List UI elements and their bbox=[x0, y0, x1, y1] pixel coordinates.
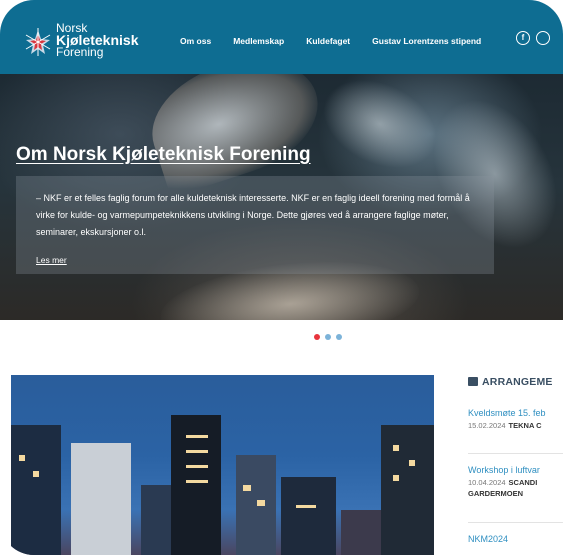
nav-medlemskap[interactable]: Medlemskap bbox=[233, 36, 284, 46]
nav-om-oss[interactable]: Om oss bbox=[180, 36, 211, 46]
event-separator bbox=[468, 453, 563, 454]
page: Norsk Kjøleteknisk Forening Om oss Medle… bbox=[0, 0, 563, 555]
event-location: SCANDI bbox=[508, 478, 538, 487]
frost-leaf-decoration bbox=[308, 74, 452, 186]
event-item-3[interactable]: NKM2024 bbox=[468, 534, 508, 544]
event-name[interactable]: Kveldsmøte 15. feb bbox=[468, 408, 546, 418]
carousel-dots bbox=[314, 334, 342, 340]
carousel-dot-3[interactable] bbox=[336, 334, 342, 340]
carousel-dot-1[interactable] bbox=[314, 334, 320, 340]
calendar-icon bbox=[468, 377, 478, 386]
event-location: TEKNA C bbox=[508, 421, 542, 430]
main-nav: Om oss Medlemskap Kuldefaget Gustav Lore… bbox=[180, 36, 503, 46]
events-title: ARRANGEME bbox=[468, 376, 563, 388]
event-meta: 10.04.2024 SCANDI bbox=[468, 478, 540, 487]
event-date: 15.02.2024 bbox=[468, 421, 506, 430]
carousel-dot-2[interactable] bbox=[325, 334, 331, 340]
event-separator bbox=[468, 522, 563, 523]
event-name[interactable]: Workshop i luftvar bbox=[468, 465, 540, 475]
event-meta: 15.02.2024 TEKNA C bbox=[468, 421, 546, 430]
event-name[interactable]: NKM2024 bbox=[468, 534, 508, 544]
hero-text-box: – NKF er et felles faglig forum for alle… bbox=[16, 176, 494, 274]
events-panel: ARRANGEME Kveldsmøte 15. feb 15.02.2024 T… bbox=[468, 376, 563, 544]
hero-description: – NKF er et felles faglig forum for alle… bbox=[36, 193, 470, 237]
city-skyline-image bbox=[11, 375, 434, 555]
hero-title[interactable]: Om Norsk Kjøleteknisk Forening bbox=[16, 144, 311, 166]
facebook-icon[interactable]: f bbox=[516, 31, 530, 45]
nav-gustav-lorentzens-stipend[interactable]: Gustav Lorentzens stipend bbox=[372, 36, 481, 46]
event-item-2[interactable]: Workshop i luftvar 10.04.2024 SCANDI GARD… bbox=[468, 465, 540, 498]
snowflake-logo-icon bbox=[25, 28, 51, 56]
read-more-link[interactable]: Les mer bbox=[36, 255, 67, 265]
events-title-text: ARRANGEME bbox=[482, 376, 553, 388]
site-logo[interactable]: Norsk Kjøleteknisk Forening bbox=[18, 20, 158, 64]
event-date: 10.04.2024 bbox=[468, 478, 506, 487]
linkedin-icon[interactable] bbox=[536, 31, 550, 45]
logo-text: Norsk Kjøleteknisk Forening bbox=[56, 22, 138, 58]
hero-banner: Om Norsk Kjøleteknisk Forening – NKF er … bbox=[0, 74, 563, 320]
event-location-line-2: GARDERMOEN bbox=[468, 489, 524, 498]
nav-kuldefaget[interactable]: Kuldefaget bbox=[306, 36, 350, 46]
event-item-1[interactable]: Kveldsmøte 15. feb 15.02.2024 TEKNA C bbox=[468, 408, 546, 430]
site-header: Norsk Kjøleteknisk Forening Om oss Medle… bbox=[0, 0, 563, 74]
